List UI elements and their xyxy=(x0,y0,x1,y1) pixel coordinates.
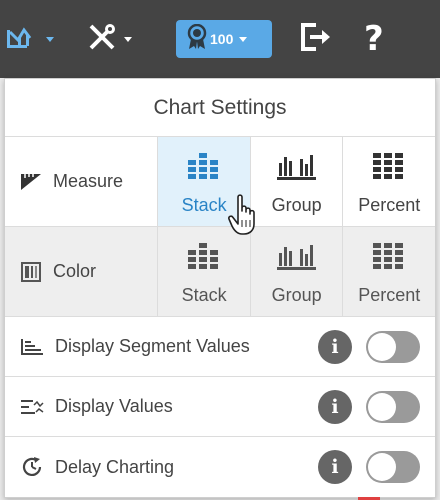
color-row: Color Stack Group Percent xyxy=(5,227,435,317)
color-percent-option[interactable]: Percent xyxy=(342,227,435,316)
tools-icon xyxy=(86,21,118,58)
measure-percent-label: Percent xyxy=(358,195,421,215)
color-stack-label: Stack xyxy=(181,285,227,305)
display-segment-values-label: Display Segment Values xyxy=(55,336,250,356)
delay-charting-label: Delay Charting xyxy=(55,456,175,477)
chart-settings-panel: Chart Settings Measure Stack Group Perce… xyxy=(4,78,436,498)
color-percent-label: Percent xyxy=(358,285,421,305)
display-segment-values-toggle[interactable] xyxy=(366,331,420,363)
toggle-knob xyxy=(368,453,396,481)
group-icon xyxy=(276,155,316,180)
color-palette-icon xyxy=(19,260,43,284)
chevron-down-icon xyxy=(46,36,54,42)
award-ribbon-icon xyxy=(186,23,208,55)
info-icon[interactable]: i xyxy=(318,330,352,364)
segment-values-icon xyxy=(19,335,45,359)
measure-stack-label: Stack xyxy=(181,195,227,215)
chart-menu-button[interactable] xyxy=(6,0,54,78)
points-badge-button[interactable]: 100 xyxy=(176,20,272,58)
color-group-option[interactable]: Group xyxy=(249,227,343,316)
color-label: Color xyxy=(53,261,97,281)
display-values-toggle[interactable] xyxy=(366,391,420,423)
color-stack-option[interactable]: Stack xyxy=(157,227,250,316)
chevron-down-icon xyxy=(124,36,132,42)
logout-icon xyxy=(300,22,332,57)
percent-grid-icon xyxy=(373,243,404,269)
chart-icon xyxy=(6,24,40,55)
display-segment-values-row: Display Segment Values i xyxy=(5,317,435,377)
values-icon xyxy=(19,395,45,419)
top-toolbar: 100 ? xyxy=(0,0,440,78)
group-icon xyxy=(276,245,316,270)
measure-group-option[interactable]: Group xyxy=(249,137,343,226)
badge-count: 100 xyxy=(210,31,234,47)
hand-pointer-cursor-icon xyxy=(228,194,255,235)
delay-charting-toggle[interactable] xyxy=(366,451,420,483)
help-button[interactable]: ? xyxy=(364,0,384,78)
delay-charting-row: Delay Charting i xyxy=(5,437,435,497)
toggle-knob xyxy=(368,333,396,361)
color-group-label: Group xyxy=(271,285,322,305)
info-icon[interactable]: i xyxy=(318,390,352,424)
measure-group-label: Group xyxy=(271,195,322,215)
panel-title: Chart Settings xyxy=(5,79,435,137)
measure-label: Measure xyxy=(53,171,124,191)
measure-percent-option[interactable]: Percent xyxy=(342,137,435,226)
stack-icon xyxy=(188,243,219,269)
stack-icon xyxy=(188,153,219,179)
measure-ruler-icon xyxy=(19,170,43,194)
logout-button[interactable] xyxy=(300,0,332,78)
info-icon[interactable]: i xyxy=(318,450,352,484)
delay-clock-icon xyxy=(19,455,45,479)
percent-grid-icon xyxy=(373,153,404,179)
chevron-down-icon xyxy=(239,36,248,42)
display-values-row: Display Values i xyxy=(5,377,435,437)
display-values-label: Display Values xyxy=(55,396,173,416)
toggle-knob xyxy=(368,393,396,421)
tools-menu-button[interactable] xyxy=(86,0,132,78)
measure-row: Measure Stack Group Percent xyxy=(5,137,435,227)
